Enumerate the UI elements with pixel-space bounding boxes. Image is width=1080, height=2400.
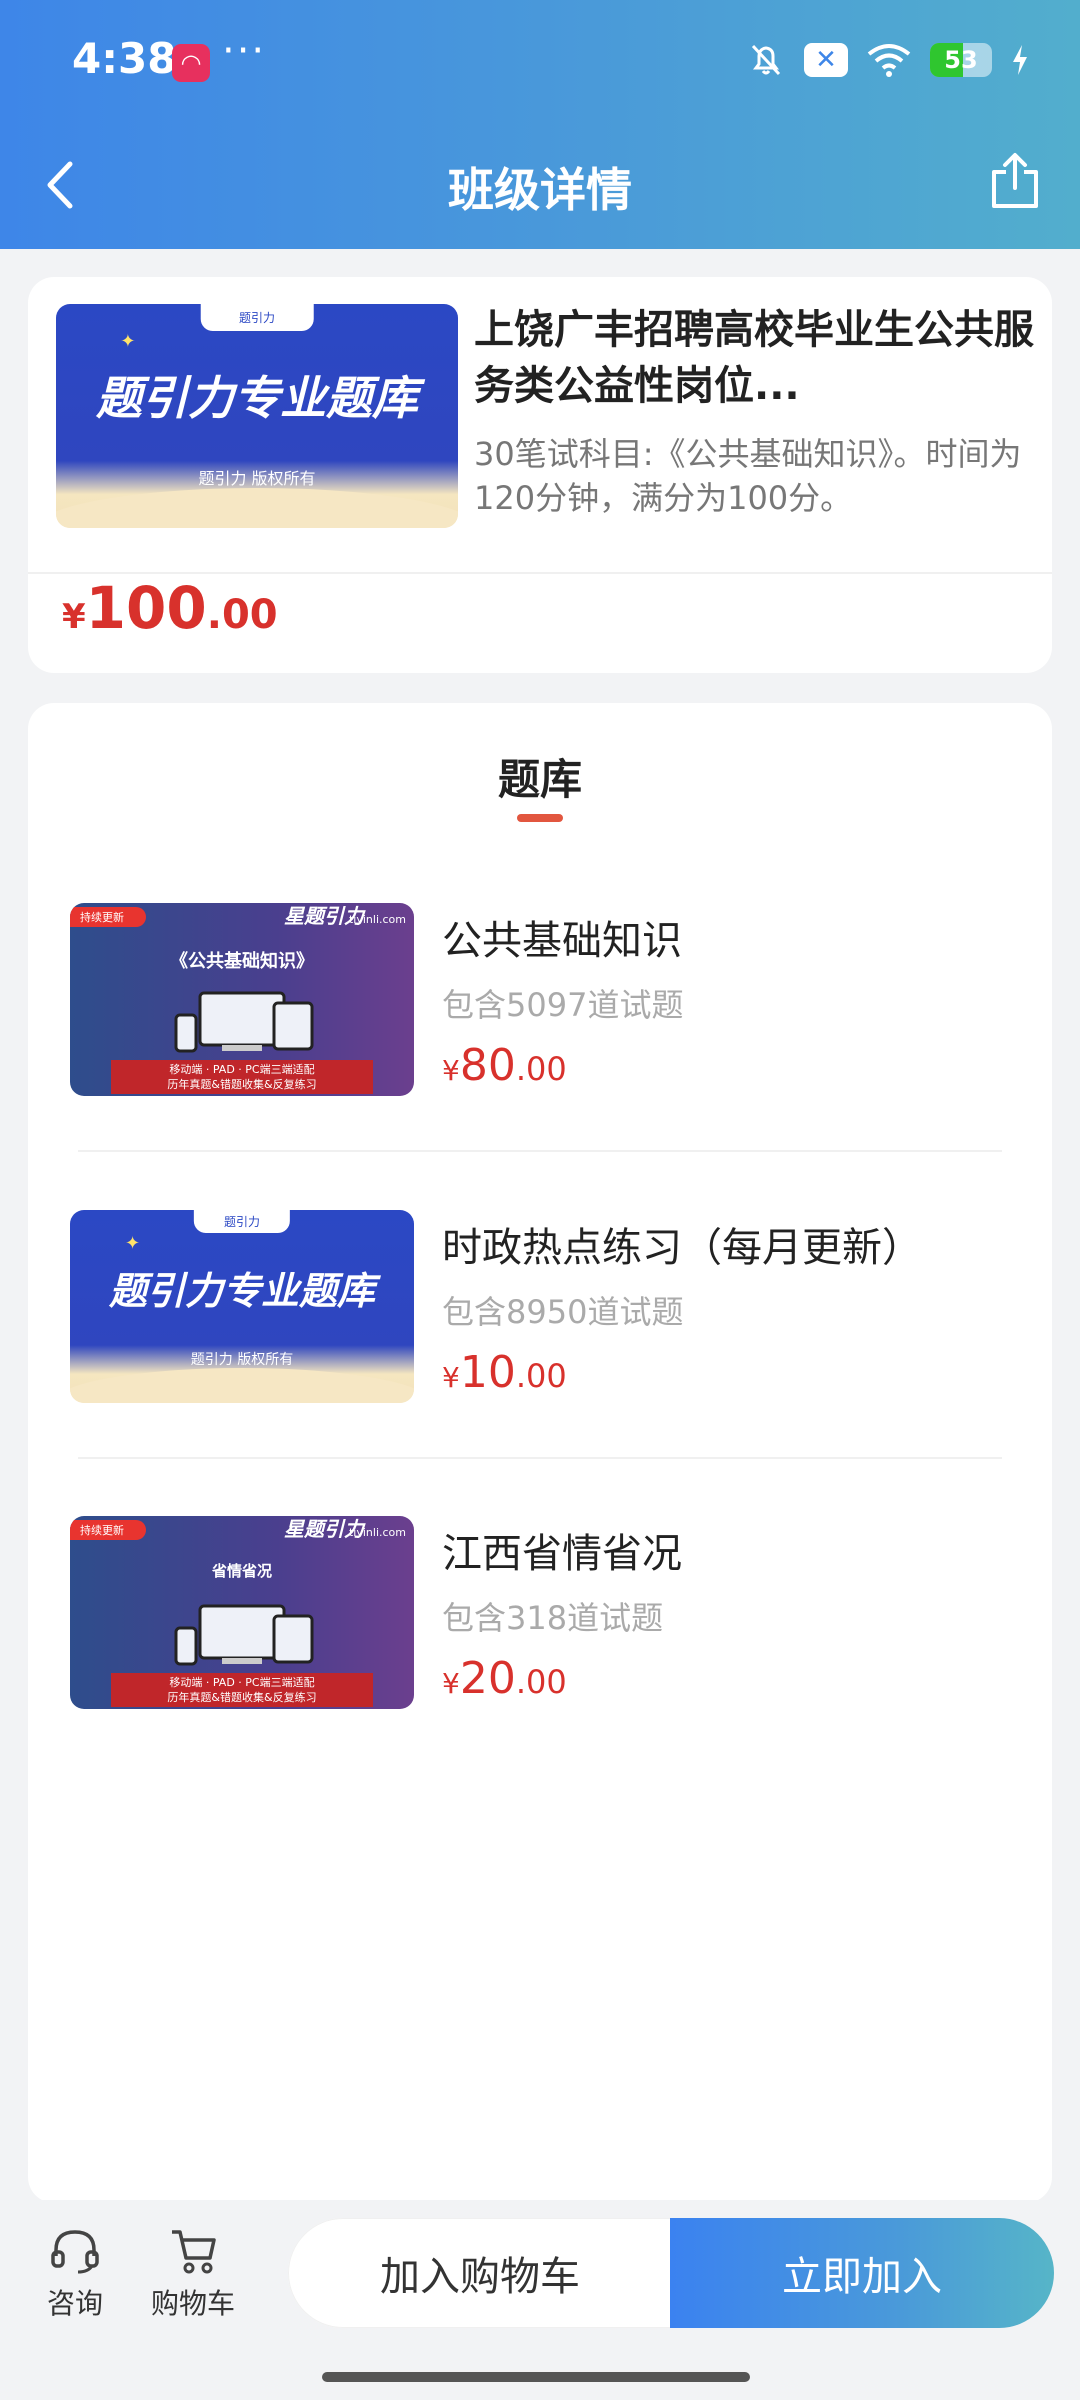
headset-icon xyxy=(51,2230,99,2274)
item-thumbnail: 持续更新 星题引力 tiyinli.com 《公共基础知识》 移动端 · PAD… xyxy=(70,903,414,1096)
wifi-icon xyxy=(867,44,911,77)
banner-line-1: 移动端 · PAD · PC端三端适配 xyxy=(169,1063,315,1076)
section-tab-question-bank[interactable]: 题库 xyxy=(0,746,1080,807)
thumbnail-ribbon: 持续更新 xyxy=(70,907,146,927)
battery-icon: 53 xyxy=(930,43,992,77)
item-price: ¥20.00 xyxy=(442,1653,567,1704)
item-title: 时政热点练习（每月更新） xyxy=(442,1225,922,1271)
price-integer: 100 xyxy=(85,574,207,642)
x-app-icon: ✕ xyxy=(804,43,848,77)
currency-symbol: ¥ xyxy=(442,1667,460,1700)
course-thumbnail: 题引力 ✦ 题引力专业题库 题引力 版权所有 xyxy=(56,304,458,528)
item-title: 公共基础知识 xyxy=(442,918,682,964)
currency-symbol: ¥ xyxy=(442,1361,460,1394)
item-divider xyxy=(78,1457,1002,1459)
thumbnail-tab: 题引力 xyxy=(193,1210,291,1234)
course-price: ¥100.00 xyxy=(62,574,278,642)
course-description: 30笔试科目:《公共基础知识》。时间为120分钟，满分为100分。 xyxy=(474,435,1022,517)
item-question-count: 包含318道试题 xyxy=(442,1599,664,1637)
item-title: 江西省情省况 xyxy=(442,1531,682,1577)
tab-underline xyxy=(517,814,563,822)
consult-label: 咨询 xyxy=(46,2287,103,2320)
banner-line-2: 历年真题&错题收集&反复练习 xyxy=(167,1691,317,1704)
price-decimal: .00 xyxy=(515,1663,567,1701)
banner-line-2: 历年真题&错题收集&反复练习 xyxy=(167,1078,317,1091)
status-time: 4:38 xyxy=(72,34,177,83)
banner-line-1: 移动端 · PAD · PC端三端适配 xyxy=(169,1676,315,1689)
cart-label: 购物车 xyxy=(150,2287,235,2320)
thumbnail-wave xyxy=(70,1368,414,1403)
more-notifications-icon: ··· xyxy=(222,28,267,74)
price-integer: 10 xyxy=(459,1347,516,1398)
thumbnail-subtitle: 题引力 版权所有 xyxy=(190,1351,294,1368)
app-notification-icon: ◠ xyxy=(172,44,210,82)
item-question-count: 包含8950道试题 xyxy=(442,1293,684,1331)
cart-icon xyxy=(172,2230,216,2274)
thumbnail-subtitle: 题引力 版权所有 xyxy=(198,469,316,489)
item-price: ¥80.00 xyxy=(442,1040,567,1091)
price-decimal: .00 xyxy=(515,1050,567,1088)
currency-symbol: ¥ xyxy=(62,597,86,637)
mute-bell-icon xyxy=(751,44,781,76)
thumbnail-title: 《公共基础知识》 xyxy=(170,951,314,972)
page-title: 班级详情 xyxy=(448,163,632,217)
thumbnail-wave xyxy=(56,487,458,528)
status-icons: ✕ 53 xyxy=(746,40,1030,80)
currency-symbol: ¥ xyxy=(442,1054,460,1087)
battery-level: 53 xyxy=(944,46,978,74)
course-title: 上饶广丰招聘高校毕业生公共服务类公益性岗位... xyxy=(474,307,1034,409)
thumbnail-title: 题引力专业题库 xyxy=(108,1269,375,1314)
devices-illustration xyxy=(174,991,314,1053)
thumbnail-url: tiyinli.com xyxy=(348,1526,406,1539)
price-decimal: .00 xyxy=(206,592,278,638)
charging-icon xyxy=(1013,45,1027,75)
star-icon: ✦ xyxy=(125,1233,141,1255)
devices-illustration xyxy=(174,1604,314,1666)
thumbnail-title: 省情省况 xyxy=(211,1562,272,1580)
thumbnail-tab: 题引力 xyxy=(200,304,314,331)
price-integer: 20 xyxy=(459,1653,516,1704)
app-header: 4:38 ◠ ··· ✕ 53 班级详情 xyxy=(0,0,1080,249)
thumbnail-title: 题引力专业题库 xyxy=(96,371,418,426)
thumbnail-url: tiyinli.com xyxy=(348,913,406,926)
thumbnail-banner: 移动端 · PAD · PC端三端适配 历年真题&错题收集&反复练习 xyxy=(111,1673,373,1707)
add-to-cart-button[interactable]: 加入购物车 xyxy=(288,2218,672,2328)
join-now-button[interactable]: 立即加入 xyxy=(670,2218,1054,2328)
thumbnail-ribbon: 持续更新 xyxy=(70,1520,146,1540)
item-divider xyxy=(78,1150,1002,1152)
item-thumbnail: 持续更新 星题引力 tiyinli.com 省情省况 移动端 · PAD · P… xyxy=(70,1516,414,1709)
item-question-count: 包含5097道试题 xyxy=(442,986,684,1024)
home-indicator[interactable] xyxy=(322,2372,750,2382)
item-thumbnail: 题引力 ✦ 题引力专业题库 题引力 版权所有 xyxy=(70,1210,414,1403)
price-integer: 80 xyxy=(459,1040,516,1091)
price-decimal: .00 xyxy=(515,1357,567,1395)
star-icon: ✦ xyxy=(120,330,136,352)
thumbnail-banner: 移动端 · PAD · PC端三端适配 历年真题&错题收集&反复练习 xyxy=(111,1060,373,1094)
share-icon[interactable] xyxy=(988,150,1042,210)
item-price: ¥10.00 xyxy=(442,1347,567,1398)
